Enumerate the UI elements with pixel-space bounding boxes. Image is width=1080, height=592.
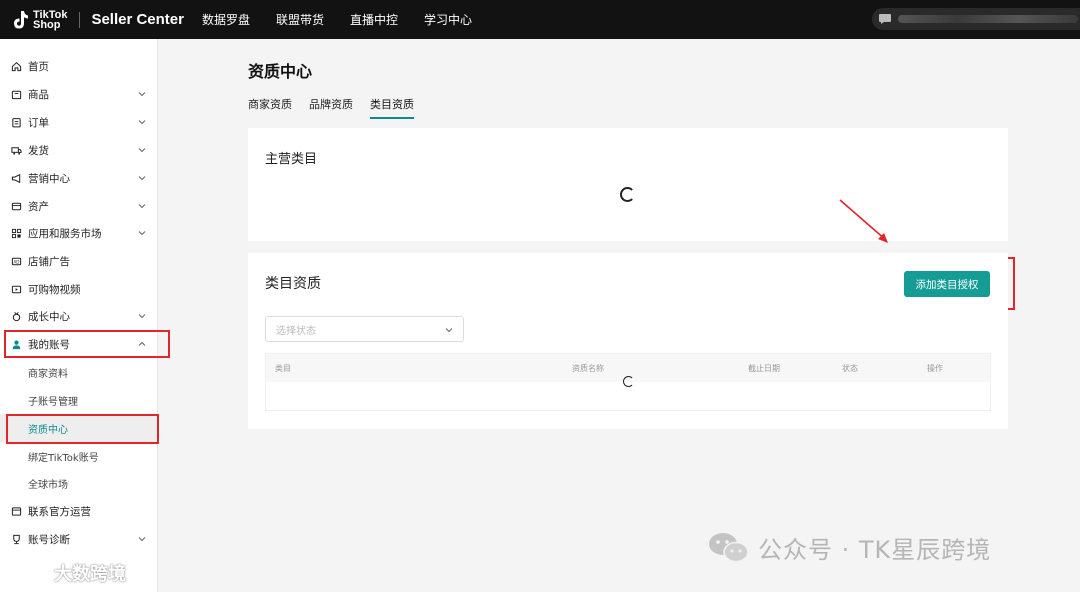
divider — [79, 11, 81, 28]
apps-icon — [10, 227, 22, 239]
sidebar-item-label: 子账号管理 — [28, 396, 78, 408]
highlight-box-qualification-center — [6, 414, 159, 444]
sidebar-item-label: 资产 — [28, 200, 49, 213]
category-qualification-title: 类目资质 — [265, 276, 321, 292]
clipboard-icon — [10, 116, 22, 128]
sidebar-item-assets[interactable]: 资产 — [0, 192, 158, 220]
chevron-down-icon — [138, 176, 146, 181]
qualification-tabs: 商家资质 品牌资质 类目资质 — [248, 96, 431, 119]
tab-merchant-qualification[interactable]: 商家资质 — [248, 96, 292, 119]
logo-line1: TikTok — [33, 8, 68, 21]
sidebar-item-label: 账号诊断 — [28, 533, 70, 546]
page-title: 资质中心 — [248, 62, 313, 81]
main-category-title: 主营类目 — [265, 152, 318, 167]
sidebar-item-label: 应用和服务市场 — [28, 227, 102, 240]
chevron-down-icon — [138, 92, 146, 97]
account-name-blurred — [898, 15, 1078, 23]
ad-icon: AD — [10, 255, 22, 267]
sidebar-item-label: 绑定TikTok账号 — [28, 452, 99, 464]
wechat-icon — [709, 532, 749, 562]
chevron-down-icon — [138, 120, 146, 125]
sidebar-item-label: 成长中心 — [28, 310, 70, 323]
sidebar-item-app-market[interactable]: 应用和服务市场 — [0, 219, 158, 247]
category-qualification-table: 类目 资质名称 截止日期 状态 操作 — [265, 353, 991, 411]
sidebar-item-marketing[interactable]: 营销中心 — [0, 164, 158, 192]
wechat-watermark: 公众号 · TK星辰跨境 — [708, 530, 991, 565]
logo-line2: Shop — [33, 18, 61, 31]
watermark-left-text: 大数跨境 — [54, 564, 126, 585]
sidebar-item-orders[interactable]: 订单 — [0, 108, 158, 136]
box-icon — [10, 88, 22, 100]
sidebar-item-label: 商家资料 — [28, 368, 68, 380]
sidebar-item-shop-ads[interactable]: AD 店铺广告 — [0, 247, 158, 275]
sidebar-item-contact-ops[interactable]: 联系官方运营 — [0, 497, 158, 525]
chevron-down-icon — [138, 314, 146, 319]
highlight-box-my-account — [4, 330, 170, 358]
sidebar-item-label: 首页 — [28, 60, 49, 73]
sidebar-item-shoppable-video[interactable]: 可购物视频 — [0, 275, 158, 303]
column-header-qualification-name: 资质名称 — [572, 364, 604, 373]
top-nav-live-control[interactable]: 直播中控 — [350, 11, 398, 28]
add-category-authorization-button[interactable]: 添加类目授权 — [904, 271, 990, 297]
contact-icon — [10, 505, 22, 517]
tab-category-qualification[interactable]: 类目资质 — [370, 96, 414, 119]
sidebar-item-label: 全球市场 — [28, 479, 68, 491]
column-header-status: 状态 — [842, 364, 858, 373]
growth-icon — [10, 310, 22, 322]
column-header-actions: 操作 — [927, 364, 943, 373]
top-nav-data-compass[interactable]: 数据罗盘 — [202, 11, 250, 28]
sidebar-item-label: 商品 — [28, 88, 49, 101]
sidebar-sub-bind-tiktok[interactable]: 绑定TikTok账号 — [0, 442, 158, 470]
top-nav-learning-center[interactable]: 学习中心 — [424, 11, 472, 28]
loading-spinner-icon — [620, 187, 635, 202]
megaphone-icon — [10, 172, 22, 184]
sidebar-item-home[interactable]: 首页 — [0, 52, 158, 80]
sidebar-item-label: 营销中心 — [28, 172, 70, 185]
truck-icon — [10, 144, 22, 156]
column-header-category: 类目 — [275, 364, 291, 373]
sidebar-sub-global-market[interactable]: 全球市场 — [0, 469, 158, 497]
sidebar-item-label: 店铺广告 — [28, 255, 70, 268]
sidebar-item-label: 订单 — [28, 116, 49, 129]
chevron-down-icon — [138, 537, 146, 542]
sidebar-sub-subaccounts[interactable]: 子账号管理 — [0, 386, 158, 414]
watermark-text: 公众号 · TK星辰跨境 — [758, 536, 992, 564]
sidebar-item-growth-center[interactable]: 成长中心 — [0, 302, 158, 330]
top-nav: 数据罗盘 联盟带货 直播中控 学习中心 — [202, 11, 498, 28]
top-navigation-bar: TikTok Shop Seller Center 数据罗盘 联盟带货 直播中控… — [0, 0, 1080, 39]
video-icon — [10, 283, 22, 295]
sidebar-item-label: 发货 — [28, 144, 49, 157]
sidebar-item-label: 联系官方运营 — [28, 505, 91, 518]
sidebar-item-account-diagnosis[interactable]: 账号诊断 — [0, 525, 158, 553]
account-area[interactable] — [872, 8, 1080, 30]
status-select[interactable]: 选择状态 — [265, 316, 464, 342]
sidebar-item-products[interactable]: 商品 — [0, 80, 158, 108]
top-nav-affiliate[interactable]: 联盟带货 — [276, 11, 324, 28]
table-loading-spinner-icon — [623, 376, 634, 387]
seller-center-title[interactable]: Seller Center — [91, 11, 184, 28]
dashu-logo-icon — [9, 565, 46, 580]
svg-text:AD: AD — [13, 259, 19, 264]
sidebar-item-label: 可购物视频 — [28, 283, 81, 296]
sidebar-item-shipping[interactable]: 发货 — [0, 136, 158, 164]
dashu-watermark: 大数跨境 — [8, 560, 126, 586]
logo-text: TikTok Shop — [33, 8, 68, 31]
chevron-down-icon — [138, 231, 146, 236]
column-header-deadline: 截止日期 — [748, 364, 780, 373]
tab-brand-qualification[interactable]: 品牌资质 — [309, 96, 353, 119]
home-icon — [10, 60, 22, 72]
chat-icon[interactable] — [878, 13, 892, 25]
trophy-icon — [10, 533, 22, 545]
status-select-placeholder: 选择状态 — [276, 325, 316, 337]
wallet-icon — [10, 200, 22, 212]
red-arrow-annotation-icon — [839, 199, 888, 243]
tiktok-logo-icon — [10, 9, 30, 31]
chevron-down-icon — [138, 148, 146, 153]
chevron-down-icon — [445, 328, 453, 333]
chevron-down-icon — [138, 204, 146, 209]
tiktok-shop-logo[interactable]: TikTok Shop — [10, 9, 67, 31]
sidebar-sub-merchant-profile[interactable]: 商家资料 — [0, 358, 158, 386]
